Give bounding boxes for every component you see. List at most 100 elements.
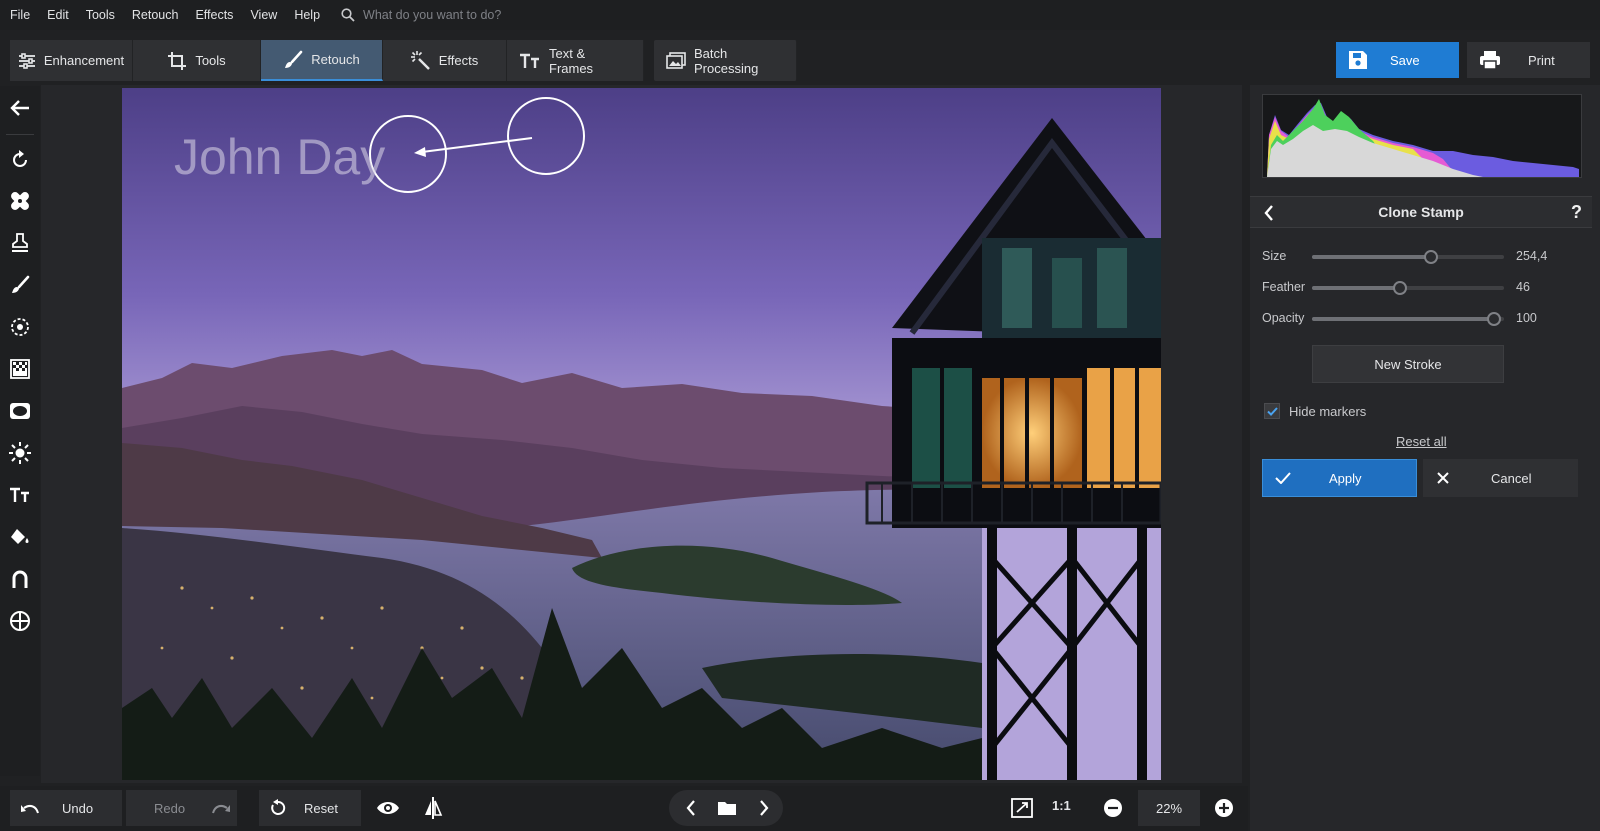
feather-value: 46 xyxy=(1516,280,1530,294)
print-label: Print xyxy=(1528,52,1555,68)
light-tool[interactable] xyxy=(8,441,32,465)
batch-images-icon xyxy=(666,51,686,69)
bandage-icon xyxy=(11,192,29,210)
zoom-in-button[interactable] xyxy=(1208,792,1240,824)
chevron-right-icon xyxy=(760,800,769,816)
text-type-icon xyxy=(10,487,29,502)
size-value: 254,4 xyxy=(1516,249,1548,263)
undo-icon xyxy=(21,804,39,814)
tab-tools[interactable]: Tools xyxy=(133,40,261,81)
horseshoe-icon xyxy=(12,570,28,588)
hide-markers-label: Hide markers xyxy=(1289,403,1367,419)
zoom-out-icon xyxy=(1104,799,1122,817)
hide-markers-checkbox[interactable] xyxy=(1264,403,1280,419)
chevron-left-icon xyxy=(686,800,695,816)
actual-size-button[interactable]: 1:1 xyxy=(1052,798,1071,813)
save-label: Save xyxy=(1390,52,1420,68)
save-button[interactable]: Save xyxy=(1336,42,1459,78)
fill-tool[interactable] xyxy=(8,525,32,549)
print-button[interactable]: Print xyxy=(1467,42,1590,78)
healing-tool[interactable] xyxy=(8,189,32,213)
cancel-button[interactable]: Cancel xyxy=(1423,459,1578,497)
menu-edit[interactable]: Edit xyxy=(47,8,69,22)
checkmark-icon xyxy=(1266,406,1278,416)
search-placeholder: What do you want to do? xyxy=(363,8,502,22)
tab-retouch[interactable]: Retouch xyxy=(261,40,383,81)
mode-tabs: Enhancement Tools Retouch Effects Text &… xyxy=(10,40,797,81)
menu-retouch[interactable]: Retouch xyxy=(132,8,179,22)
back-chevron-icon[interactable] xyxy=(1264,205,1274,224)
menu-file[interactable]: File xyxy=(10,8,30,22)
circle-select-icon xyxy=(11,318,29,336)
magic-wand-icon xyxy=(410,50,430,70)
opacity-slider[interactable] xyxy=(1312,312,1504,326)
tab-batch-label: Batch Processing xyxy=(694,45,759,76)
feather-slider-thumb[interactable] xyxy=(1393,281,1408,295)
tab-batch-processing[interactable]: Batch Processing xyxy=(654,40,797,81)
grid-tool[interactable] xyxy=(8,609,32,633)
paint-brush-icon xyxy=(12,275,30,293)
clone-stamp-tool[interactable] xyxy=(8,231,32,255)
apply-button[interactable]: Apply xyxy=(1262,459,1417,497)
tab-retouch-label: Retouch xyxy=(311,52,360,67)
panel-title: Clone Stamp xyxy=(1378,204,1464,220)
redo-button[interactable]: Redo xyxy=(126,790,237,826)
size-slider-thumb[interactable] xyxy=(1424,250,1439,264)
crop-icon xyxy=(168,51,187,70)
floppy-disk-icon xyxy=(1349,51,1367,69)
reset-all-link[interactable]: Reset all xyxy=(1396,434,1447,449)
new-stroke-button[interactable]: New Stroke xyxy=(1312,345,1504,383)
fit-to-screen-button[interactable] xyxy=(1006,792,1038,824)
feather-slider[interactable] xyxy=(1312,281,1504,295)
zoom-level[interactable]: 22% xyxy=(1138,790,1200,826)
photo-canvas[interactable]: John Day xyxy=(122,88,1161,780)
opacity-slider-fill xyxy=(1312,317,1495,321)
help-icon[interactable]: ? xyxy=(1571,202,1582,223)
zoom-out-button[interactable] xyxy=(1097,792,1129,824)
reset-icon xyxy=(271,799,286,815)
tab-enhancement[interactable]: Enhancement xyxy=(10,40,133,81)
gradient-tool[interactable] xyxy=(8,357,32,381)
rotate-tool[interactable] xyxy=(8,148,32,172)
brush-tool[interactable] xyxy=(8,273,32,297)
tab-effects[interactable]: Effects xyxy=(383,40,507,81)
tab-text-frames-label: Text & Frames xyxy=(549,45,594,76)
next-image-button[interactable] xyxy=(748,792,780,824)
previous-image-button[interactable] xyxy=(675,792,707,824)
search-box[interactable]: What do you want to do? xyxy=(341,8,501,22)
printer-icon xyxy=(1480,51,1500,70)
compare-split-icon xyxy=(425,797,443,819)
vignette-icon xyxy=(10,403,30,419)
photo-image xyxy=(122,88,1161,780)
tab-tools-label: Tools xyxy=(195,53,226,68)
undo-button[interactable]: Undo xyxy=(10,790,122,826)
redo-icon xyxy=(212,804,231,814)
gradient-icon xyxy=(10,359,30,379)
open-folder-button[interactable] xyxy=(711,792,743,824)
hide-markers-row[interactable]: Hide markers xyxy=(1264,403,1366,419)
sun-icon xyxy=(9,442,31,464)
selection-tool[interactable] xyxy=(8,315,32,339)
menu-effects[interactable]: Effects xyxy=(195,8,233,22)
menu-bar: File Edit Tools Retouch Effects View Hel… xyxy=(0,0,1600,30)
reset-button[interactable]: Reset xyxy=(259,790,361,826)
back-arrow-icon xyxy=(10,100,29,116)
globe-grid-icon xyxy=(10,611,30,631)
fit-screen-icon xyxy=(1011,798,1033,818)
vignette-tool[interactable] xyxy=(8,399,32,423)
opacity-slider-thumb[interactable] xyxy=(1487,312,1502,326)
preview-eye-button[interactable] xyxy=(372,792,404,824)
clone-stamp-header: Clone Stamp ? xyxy=(1250,196,1592,228)
warp-tool[interactable] xyxy=(8,567,32,591)
apply-label: Apply xyxy=(1329,470,1362,486)
menu-help[interactable]: Help xyxy=(294,8,320,22)
size-slider[interactable] xyxy=(1312,250,1504,264)
back-arrow-tool[interactable] xyxy=(8,96,32,120)
text-tool[interactable] xyxy=(8,483,32,507)
menu-tools[interactable]: Tools xyxy=(86,8,115,22)
opacity-label: Opacity xyxy=(1262,311,1305,325)
compare-button[interactable] xyxy=(417,792,449,824)
tab-text-frames[interactable]: Text & Frames xyxy=(507,40,644,81)
feather-slider-row: Feather 46 xyxy=(1262,277,1582,297)
menu-view[interactable]: View xyxy=(250,8,277,22)
